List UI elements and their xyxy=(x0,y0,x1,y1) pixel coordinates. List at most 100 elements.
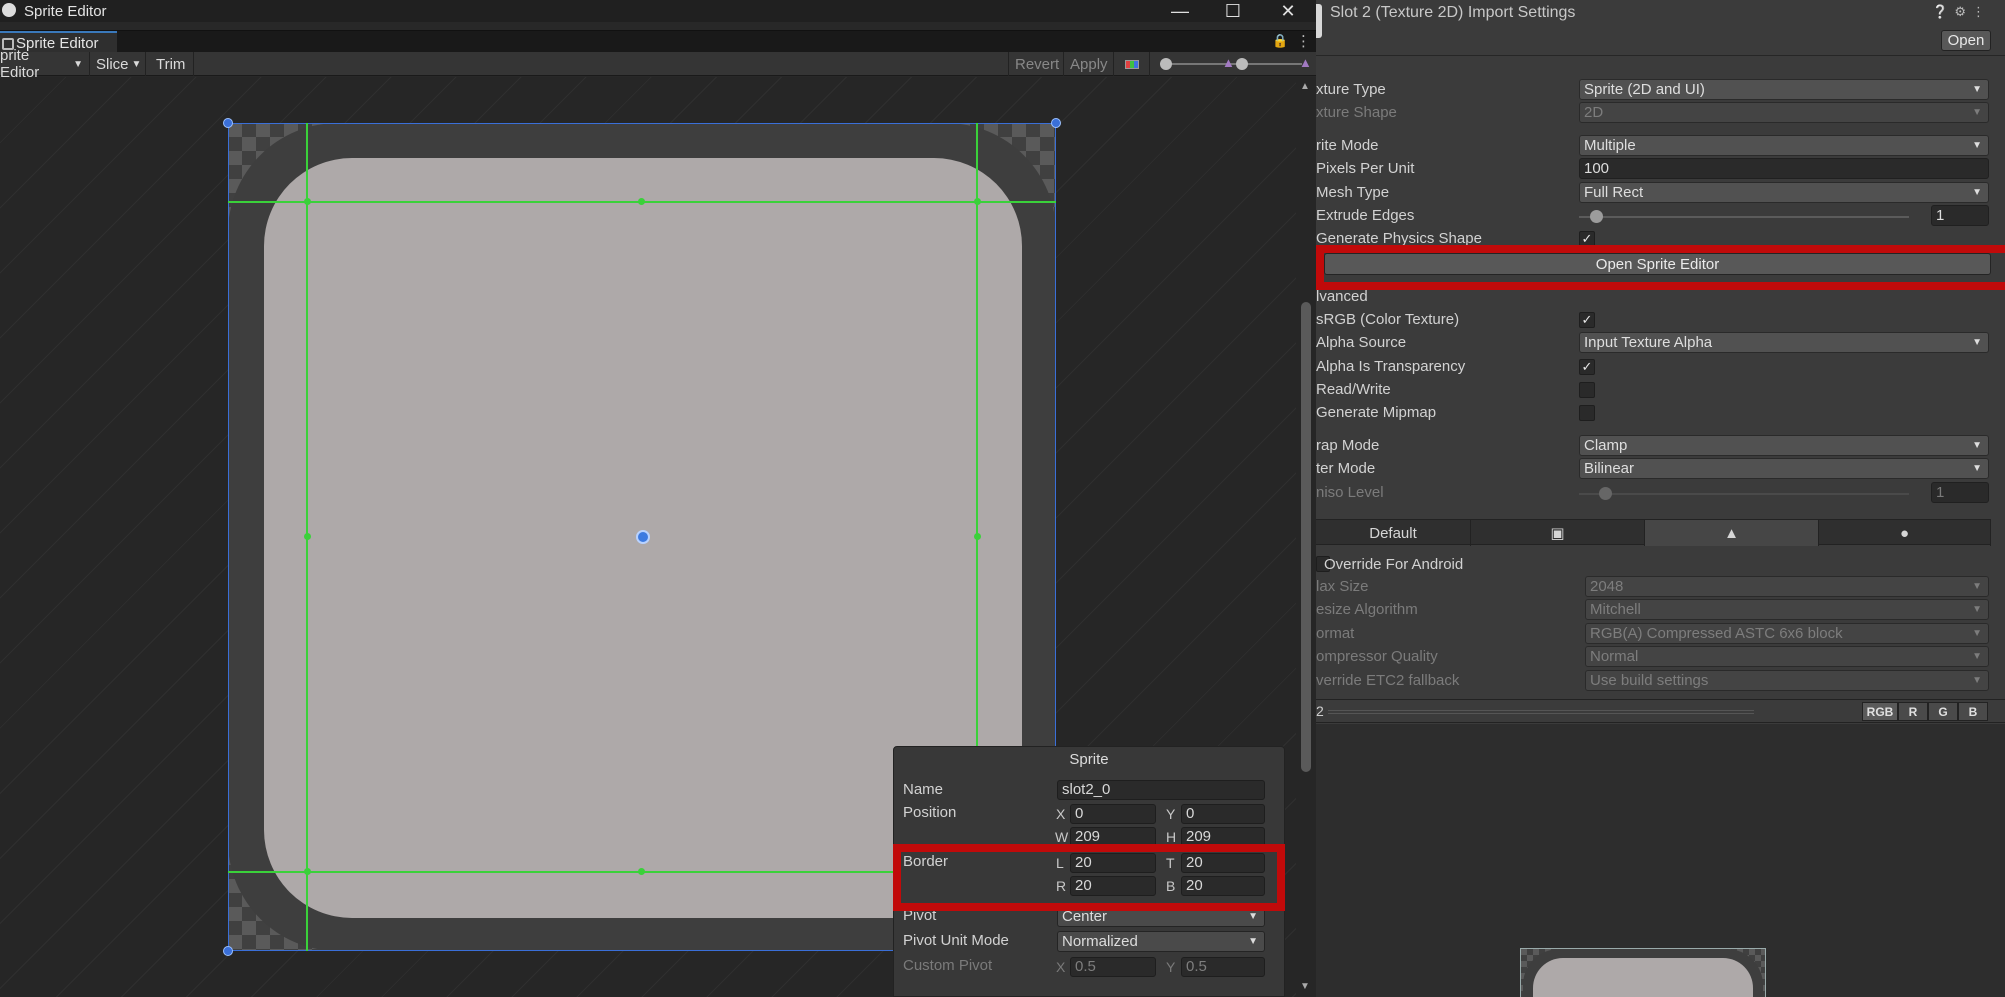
etc2-fallback-dropdown[interactable]: Use build settings ▼ xyxy=(1585,670,1989,691)
aniso-level-field[interactable]: 1 xyxy=(1931,482,1989,503)
channel-r-button[interactable]: R xyxy=(1898,702,1928,721)
texture-type-dropdown[interactable]: Sprite (2D and UI) ▼ xyxy=(1579,79,1989,100)
wrap-mode-dropdown[interactable]: Clamp ▼ xyxy=(1579,435,1989,456)
channel-g-button[interactable]: G xyxy=(1928,702,1958,721)
pivot-unit-mode-dropdown[interactable]: Normalized ▼ xyxy=(1057,931,1265,952)
position-x-field[interactable]: 0 xyxy=(1070,804,1156,824)
resize-algorithm-dropdown[interactable]: Mitchell ▼ xyxy=(1585,599,1989,620)
scroll-up-icon[interactable]: ▲ xyxy=(1300,81,1310,92)
channel-b-button[interactable]: B xyxy=(1958,702,1988,721)
apply-button[interactable]: Apply xyxy=(1064,52,1114,76)
custom-y-label: Y xyxy=(1166,959,1176,975)
generate-physics-row: Generate Physics Shape ✓ xyxy=(1316,228,2005,251)
custom-pivot-x-field[interactable]: 0.5 xyxy=(1070,957,1156,977)
more-menu-icon[interactable]: ⋮ xyxy=(1296,32,1311,50)
name-field[interactable]: slot2_0 xyxy=(1057,780,1265,800)
sprite-mode-dropdown[interactable]: Multiple ▼ xyxy=(1579,135,1989,156)
slice-dropdown[interactable]: Slice ▼ xyxy=(90,52,146,76)
sprite-editor-toolbar: prite Editor ▼ Slice ▼ Trim Revert Apply ▲… xyxy=(0,47,1316,81)
zoom-slider-knob[interactable] xyxy=(1160,58,1172,70)
border-handle[interactable] xyxy=(304,868,311,875)
border-right-field[interactable]: 20 xyxy=(1070,876,1156,896)
texture-shape-dropdown[interactable]: 2D ▼ xyxy=(1579,102,1989,123)
format-label: ormat xyxy=(1316,625,1355,642)
editor-mode-label: prite Editor xyxy=(0,47,40,81)
scrollbar-thumb[interactable] xyxy=(1301,302,1311,772)
pivot-dropdown[interactable]: Center ▼ xyxy=(1057,906,1265,927)
trim-label: Trim xyxy=(156,55,186,73)
filter-mode-dropdown[interactable]: Bilinear ▼ xyxy=(1579,458,1989,479)
custom-pivot-y-field[interactable]: 0.5 xyxy=(1181,957,1265,977)
help-icon[interactable]: ❔ xyxy=(1932,4,1954,19)
tab-ios[interactable]: ● xyxy=(1819,520,1991,546)
srgb-checkbox[interactable]: ✓ xyxy=(1579,312,1595,328)
maximize-icon[interactable]: ☐ xyxy=(1213,0,1253,22)
tab-bar: Sprite Editor 🔒 ⋮ xyxy=(0,30,1316,53)
mesh-type-row: Mesh Type Full Rect ▼ xyxy=(1316,182,2005,205)
max-size-row: lax Size 2048 ▼ xyxy=(1316,576,2005,599)
chevron-down-icon: ▼ xyxy=(1972,675,1982,686)
generate-physics-checkbox[interactable]: ✓ xyxy=(1579,231,1595,247)
scroll-down-icon[interactable]: ▼ xyxy=(1300,981,1310,992)
color-channels-button[interactable] xyxy=(1114,52,1150,76)
aniso-slider[interactable] xyxy=(1579,493,1909,495)
border-handle[interactable] xyxy=(304,533,311,540)
mip-slider-knob[interactable] xyxy=(1236,58,1248,70)
chevron-down-icon: ▼ xyxy=(1972,604,1982,615)
border-handle[interactable] xyxy=(304,198,311,205)
tab-default[interactable]: Default xyxy=(1316,520,1471,546)
max-size-dropdown[interactable]: 2048 ▼ xyxy=(1585,576,1989,597)
extrude-slider[interactable] xyxy=(1579,216,1909,218)
tab-standalone[interactable]: ▣ xyxy=(1471,520,1645,546)
border-handle[interactable] xyxy=(638,198,645,205)
format-dropdown[interactable]: RGB(A) Compressed ASTC 6x6 block ▼ xyxy=(1585,623,1989,644)
aniso-slider-knob[interactable] xyxy=(1599,487,1612,500)
position-y-field[interactable]: 0 xyxy=(1181,804,1265,824)
pivot-unit-mode-value: Normalized xyxy=(1062,933,1138,950)
corner-handle-top-left[interactable] xyxy=(223,118,233,128)
compressor-quality-dropdown[interactable]: Normal ▼ xyxy=(1585,646,1989,667)
lock-icon[interactable]: 🔒 xyxy=(1272,33,1288,49)
border-left-field[interactable]: 20 xyxy=(1070,853,1156,873)
open-button[interactable]: Open xyxy=(1941,30,1991,51)
preview-mip-slider[interactable] xyxy=(1328,710,1754,714)
revert-button[interactable]: Revert xyxy=(1008,52,1064,76)
minimize-icon[interactable]: — xyxy=(1160,0,1200,22)
aniso-level-row: niso Level 1 xyxy=(1316,482,2005,505)
border-handle[interactable] xyxy=(974,198,981,205)
channel-rgb-button[interactable]: RGB xyxy=(1862,702,1898,721)
vertical-scrollbar[interactable]: ▲ ▼ xyxy=(1296,77,1316,997)
mesh-type-dropdown[interactable]: Full Rect ▼ xyxy=(1579,182,1989,203)
alpha-source-dropdown[interactable]: Input Texture Alpha ▼ xyxy=(1579,332,1989,353)
more-icon[interactable]: ⋮ xyxy=(1972,4,1991,19)
editor-mode-dropdown[interactable]: prite Editor ▼ xyxy=(0,47,90,81)
border-bottom-field[interactable]: 20 xyxy=(1181,876,1265,896)
corner-handle-top-right[interactable] xyxy=(1051,118,1061,128)
alpha-source-row: Alpha Source Input Texture Alpha ▼ xyxy=(1316,332,2005,355)
corner-handle-bottom-left[interactable] xyxy=(223,946,233,956)
alpha-transparency-checkbox[interactable]: ✓ xyxy=(1579,359,1595,375)
advanced-row[interactable]: lvanced xyxy=(1316,286,2005,309)
extrude-edges-field[interactable]: 1 xyxy=(1931,205,1989,226)
extrude-edges-row: Extrude Edges 1 xyxy=(1316,205,2005,228)
extrude-slider-knob[interactable] xyxy=(1590,210,1603,223)
tab-android[interactable]: ▲ xyxy=(1645,520,1819,546)
mipmap-large-icon: ▲ xyxy=(1299,55,1312,70)
srgb-label: sRGB (Color Texture) xyxy=(1316,311,1460,328)
read-write-checkbox[interactable] xyxy=(1579,382,1595,398)
open-sprite-editor-button[interactable]: Open Sprite Editor xyxy=(1324,253,1991,275)
border-handle[interactable] xyxy=(638,868,645,875)
width-field[interactable]: 209 xyxy=(1070,827,1156,847)
x-label: X xyxy=(1056,806,1066,822)
settings-icon[interactable]: ⚙ xyxy=(1954,4,1972,19)
pixels-per-unit-field[interactable]: 100 xyxy=(1579,158,1989,179)
height-field[interactable]: 209 xyxy=(1181,827,1265,847)
border-handle[interactable] xyxy=(974,533,981,540)
chevron-down-icon: ▼ xyxy=(1972,337,1982,348)
rgb-channels-icon xyxy=(1124,59,1139,69)
border-top-field[interactable]: 20 xyxy=(1181,853,1265,873)
trim-button[interactable]: Trim xyxy=(146,52,194,76)
close-icon[interactable]: ✕ xyxy=(1268,0,1308,22)
generate-mipmap-checkbox[interactable] xyxy=(1579,405,1595,421)
pivot-handle[interactable] xyxy=(636,530,650,544)
